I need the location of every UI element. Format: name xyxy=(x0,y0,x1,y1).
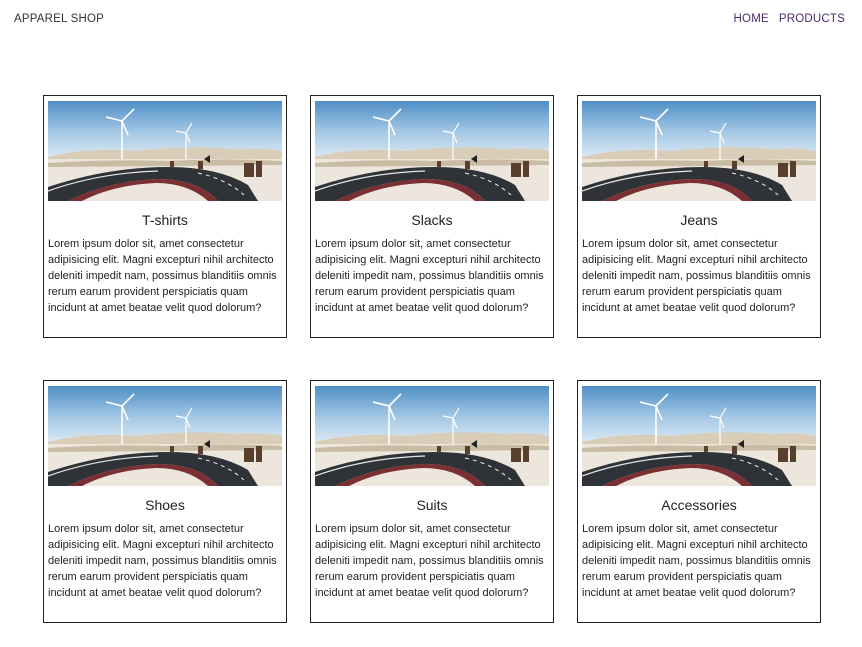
brand-logo[interactable]: APPAREL SHOP xyxy=(14,13,104,25)
product-description: Lorem ipsum dolor sit, amet consectetur … xyxy=(582,523,811,599)
product-title: Accessories xyxy=(661,497,737,513)
product-card-slacks[interactable]: Slacks Lorem ipsum dolor sit, amet conse… xyxy=(310,95,554,338)
product-title: Jeans xyxy=(680,212,718,228)
product-description: Lorem ipsum dolor sit, amet consectetur … xyxy=(315,238,544,314)
product-grid: T-shirts Lorem ipsum dolor sit, amet con… xyxy=(43,95,821,623)
product-description: Lorem ipsum dolor sit, amet consectetur … xyxy=(315,523,544,599)
product-title: Shoes xyxy=(145,497,185,513)
product-title: T-shirts xyxy=(142,212,188,228)
product-image xyxy=(315,386,549,486)
product-image xyxy=(48,386,282,486)
product-image xyxy=(582,386,816,486)
product-card-jeans[interactable]: Jeans Lorem ipsum dolor sit, amet consec… xyxy=(577,95,821,338)
product-title: Suits xyxy=(416,497,448,513)
nav-products-link[interactable]: PRODUCTS xyxy=(779,13,845,25)
nav-home-link[interactable]: HOME xyxy=(734,13,769,25)
product-image xyxy=(582,101,816,201)
product-card-shoes[interactable]: Shoes Lorem ipsum dolor sit, amet consec… xyxy=(43,380,287,623)
product-image xyxy=(48,101,282,201)
product-title: Slacks xyxy=(411,212,453,228)
product-description: Lorem ipsum dolor sit, amet consectetur … xyxy=(48,523,277,599)
product-card-suits[interactable]: Suits Lorem ipsum dolor sit, amet consec… xyxy=(310,380,554,623)
product-description: Lorem ipsum dolor sit, amet consectetur … xyxy=(582,238,811,314)
product-description: Lorem ipsum dolor sit, amet consectetur … xyxy=(48,238,277,314)
product-image xyxy=(315,101,549,201)
main-nav: HOME PRODUCTS xyxy=(734,13,845,25)
top-navbar: APPAREL SHOP HOME PRODUCTS xyxy=(0,0,862,40)
product-card-accessories[interactable]: Accessories Lorem ipsum dolor sit, amet … xyxy=(577,380,821,623)
product-card-tshirts[interactable]: T-shirts Lorem ipsum dolor sit, amet con… xyxy=(43,95,287,338)
